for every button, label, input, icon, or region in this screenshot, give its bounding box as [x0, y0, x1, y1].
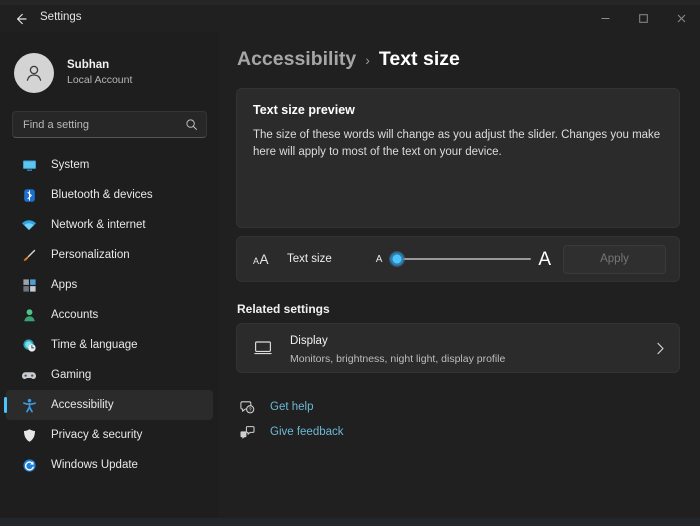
text-size-icon-big-a: A [259, 251, 269, 267]
window-controls [586, 5, 700, 32]
related-setting-display[interactable]: Display Monitors, brightness, night ligh… [236, 323, 680, 373]
account-text: Subhan Local Account [67, 58, 132, 87]
sidebar-item-label: Bluetooth & devices [51, 189, 153, 201]
display-subtitle: Monitors, brightness, night light, displ… [290, 352, 506, 365]
sidebar-item-personalization[interactable]: Personalization [6, 240, 213, 270]
sidebar-item-time-language[interactable]: Time & language [6, 330, 213, 360]
text-size-slider[interactable] [389, 250, 532, 268]
update-icon [21, 457, 37, 473]
slider-track [390, 257, 532, 261]
sidebar-item-label: Time & language [51, 339, 138, 351]
text-size-icon: A A [253, 252, 275, 267]
sidebar-item-label: Accessibility [51, 399, 114, 411]
preview-body: The size of these words will change as y… [253, 129, 661, 159]
sidebar-item-label: Accounts [51, 309, 99, 321]
related-settings-heading: Related settings [237, 302, 330, 316]
sidebar: Subhan Local Account Find a setting Syst… [0, 32, 219, 518]
display-text: Display Monitors, brightness, night ligh… [290, 330, 656, 366]
window-title: Settings [40, 11, 82, 23]
bluetooth-icon [21, 187, 37, 203]
get-help-link[interactable]: ? Get help [238, 395, 680, 419]
sidebar-item-label: Gaming [51, 369, 92, 381]
account-name: Subhan [67, 59, 110, 72]
maximize-button[interactable] [624, 5, 662, 32]
chevron-right-icon [656, 342, 665, 355]
get-help-label: Get help [270, 401, 314, 413]
help-icon: ? [238, 400, 256, 415]
settings-window-root: Settings Subhan Local Account Find a set… [0, 0, 700, 526]
display-title: Display [290, 334, 328, 347]
person-icon [21, 307, 37, 323]
breadcrumb: Accessibility › Text size [236, 48, 680, 71]
slider-max-label: A [538, 248, 551, 270]
sidebar-item-label: Windows Update [51, 459, 138, 471]
monitor-icon [21, 157, 37, 173]
back-button[interactable] [6, 5, 36, 32]
sidebar-item-accessibility[interactable]: Accessibility [4, 390, 213, 420]
text-size-label: Text size [287, 253, 332, 265]
display-monitor-icon [253, 340, 273, 356]
gamepad-icon [21, 367, 37, 383]
sidebar-item-windows-update[interactable]: Windows Update [6, 450, 213, 480]
wifi-icon [21, 217, 37, 233]
text-size-slider-card: A A Text size A A Apply [236, 236, 680, 282]
account-type: Local Account [67, 73, 133, 86]
footer-links: ? Get help Give feedback [236, 395, 680, 444]
text-size-icon-small-a: A [253, 255, 260, 266]
breadcrumb-parent[interactable]: Accessibility [237, 48, 356, 71]
give-feedback-link[interactable]: Give feedback [238, 420, 680, 444]
sidebar-item-label: System [51, 159, 90, 171]
sidebar-item-network-internet[interactable]: Network & internet [6, 210, 213, 240]
slider-thumb[interactable] [389, 251, 406, 267]
page-title: Text size [378, 48, 460, 70]
give-feedback-label: Give feedback [270, 426, 344, 438]
close-button[interactable] [662, 5, 700, 32]
feedback-icon [238, 425, 256, 440]
search-icon [185, 118, 198, 131]
sidebar-item-privacy-security[interactable]: Privacy & security [6, 420, 213, 450]
shield-icon [21, 427, 37, 443]
sidebar-item-label: Network & internet [51, 219, 146, 231]
paintbrush-icon [21, 247, 37, 263]
search-input[interactable] [23, 118, 185, 131]
accessibility-icon [21, 397, 37, 413]
slider-min-label: A [375, 253, 383, 265]
sidebar-item-gaming[interactable]: Gaming [6, 360, 213, 390]
preview-title: Text size preview [253, 103, 355, 117]
clock-globe-icon [21, 337, 37, 353]
account-profile[interactable]: Subhan Local Account [0, 39, 219, 99]
sidebar-item-bluetooth-devices[interactable]: Bluetooth & devices [6, 180, 213, 210]
settings-window: Settings Subhan Local Account Find a set… [0, 5, 700, 518]
sidebar-item-system[interactable]: System [6, 150, 213, 180]
sidebar-item-label: Apps [51, 279, 78, 291]
svg-text:?: ? [248, 407, 251, 413]
main-content: Accessibility › Text size Text size prev… [219, 32, 700, 518]
text-size-preview-card: Text size preview The size of these word… [236, 88, 680, 228]
title-bar: Settings [0, 5, 700, 32]
search-box[interactable] [12, 111, 207, 138]
sidebar-item-apps[interactable]: Apps [6, 270, 213, 300]
sidebar-item-accounts[interactable]: Accounts [6, 300, 213, 330]
chevron-right-icon: › [365, 52, 370, 68]
minimize-button[interactable] [586, 5, 624, 32]
sidebar-item-label: Personalization [51, 249, 130, 261]
sidebar-item-label: Privacy & security [51, 429, 143, 441]
taskbar-strip [0, 518, 700, 526]
sidebar-nav: System Bluetooth & devices Network & int… [0, 150, 219, 480]
avatar [14, 52, 54, 93]
apps-grid-icon [21, 277, 37, 293]
text-size-slider-zone: A A [376, 250, 551, 269]
apply-button[interactable]: Apply [563, 244, 666, 274]
